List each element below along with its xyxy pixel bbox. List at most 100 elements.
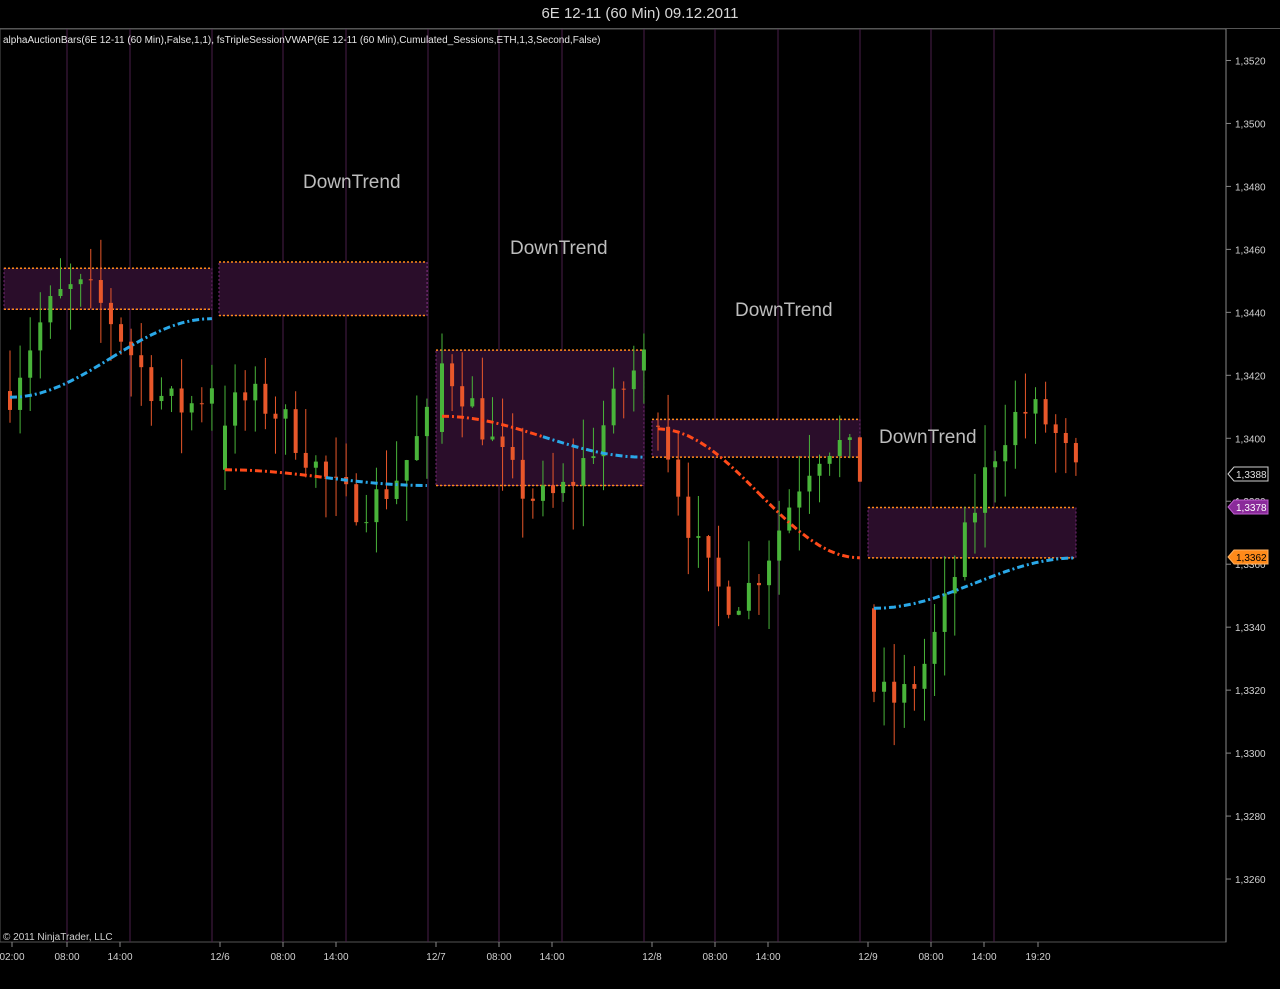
downtrend-annotation: DownTrend: [735, 300, 833, 321]
candle-body: [676, 459, 681, 497]
candle-body: [253, 383, 258, 401]
candle-body: [746, 582, 751, 611]
candle-body: [736, 610, 741, 615]
candle-body: [159, 395, 164, 402]
time-tick-label: 12/6: [210, 952, 230, 963]
candle-body: [756, 582, 761, 586]
candle-body: [797, 491, 802, 508]
candle-body: [561, 481, 566, 494]
downtrend-annotation: DownTrend: [303, 172, 401, 193]
candle-body: [932, 631, 937, 664]
candle-body: [807, 475, 812, 492]
candle-body: [817, 463, 822, 476]
candle-body: [199, 403, 204, 405]
time-axis[interactable]: 02:00 08:00 14:00 12/6 08:00 14:00 12/7 08:00 14…: [0, 942, 1051, 963]
candle-body: [872, 608, 876, 692]
candle-body: [68, 284, 73, 289]
candle-body: [1073, 443, 1078, 463]
candle-body: [656, 425, 660, 427]
candle-body: [892, 681, 897, 703]
candle-body: [912, 684, 917, 689]
candle-body: [354, 484, 359, 523]
candle-body: [209, 388, 214, 404]
candle-body: [1003, 445, 1008, 462]
price-chart[interactable]: DownTrend DownTrend DownTrend DownTrend alp…: [0, 0, 1280, 989]
price-tick-label: 1,3460: [1235, 245, 1266, 256]
price-tick-label: 1,3520: [1235, 56, 1266, 67]
candle-body: [581, 458, 586, 486]
candle-body: [611, 388, 616, 426]
candle-body: [530, 498, 535, 501]
candle-body: [1013, 411, 1018, 446]
candle-body: [98, 280, 103, 303]
candle-body: [78, 279, 83, 285]
candle-body: [983, 467, 988, 513]
downtrend-annotation: DownTrend: [510, 238, 608, 259]
price-tick-label: 1,3480: [1235, 182, 1266, 193]
time-tick-label: 08:00: [486, 952, 511, 963]
time-tick-label: 08:00: [702, 952, 727, 963]
candle-body: [243, 392, 248, 401]
candle-body: [726, 586, 731, 615]
time-tick-label: 14:00: [971, 952, 996, 963]
candle-body: [263, 383, 268, 414]
price-tick-label: 1,3280: [1235, 812, 1266, 823]
candle-body: [374, 489, 379, 523]
candle-body: [108, 302, 113, 325]
price-tick-label: 1,3420: [1235, 371, 1266, 382]
candle-body: [440, 363, 444, 432]
candle-body: [424, 406, 429, 437]
candle-body: [847, 437, 852, 440]
price-marker-label: 1,3362: [1236, 553, 1267, 564]
candle-body: [384, 489, 389, 499]
candle-body: [189, 403, 194, 413]
indicator-label: alphaAuctionBars(6E 12-11 (60 Min),False…: [3, 35, 601, 46]
candle-body: [149, 367, 154, 402]
candle-body: [28, 350, 33, 378]
candle-body: [666, 426, 671, 460]
candle-body: [313, 461, 318, 468]
candle-body: [38, 322, 43, 351]
candle-body: [882, 681, 887, 692]
candle-body: [716, 557, 721, 587]
time-tick-label: 08:00: [918, 952, 943, 963]
candle-body: [591, 456, 596, 459]
candle-body: [540, 485, 545, 501]
candle-body: [857, 437, 862, 482]
candle-body: [1063, 433, 1068, 444]
candle-body: [972, 512, 977, 523]
candle-body: [139, 355, 144, 368]
candle-body: [767, 560, 772, 586]
candle-body: [490, 436, 495, 440]
price-marker-label: 1,3378: [1236, 503, 1267, 514]
candle-body: [706, 536, 711, 558]
price-marker-label: 1,3388: [1236, 470, 1267, 481]
candle-body: [827, 455, 832, 464]
time-tick-label: 14:00: [323, 952, 348, 963]
candle-body: [414, 436, 419, 461]
candle-body: [510, 446, 515, 460]
candle-body: [1033, 399, 1038, 414]
candle-body: [922, 663, 927, 689]
candle-body: [470, 398, 475, 407]
candle-body: [323, 461, 328, 477]
candle-body: [837, 439, 842, 456]
candle-body: [364, 522, 369, 524]
candle-body: [404, 460, 409, 481]
candle-body: [273, 413, 278, 419]
time-tick-label: 12/7: [426, 952, 446, 963]
auction-zone: [3, 267, 213, 310]
candle-body: [223, 425, 227, 470]
candle-body: [460, 386, 465, 407]
copyright-label: © 2011 NinjaTrader, LLC: [3, 932, 113, 943]
candle-body: [233, 392, 238, 426]
auction-zone: [867, 507, 1077, 559]
candle-body: [696, 536, 701, 538]
price-axis[interactable]: 1,3520 1,3500 1,3480 1,3460 1,3440 1,3420 1,34…: [1225, 29, 1266, 942]
candle-body: [641, 349, 646, 371]
candle-body: [993, 461, 998, 468]
price-tick-label: 1,3400: [1235, 434, 1266, 445]
candle-body: [962, 522, 967, 578]
time-tick-label: 14:00: [107, 952, 132, 963]
candle-body: [571, 481, 576, 486]
